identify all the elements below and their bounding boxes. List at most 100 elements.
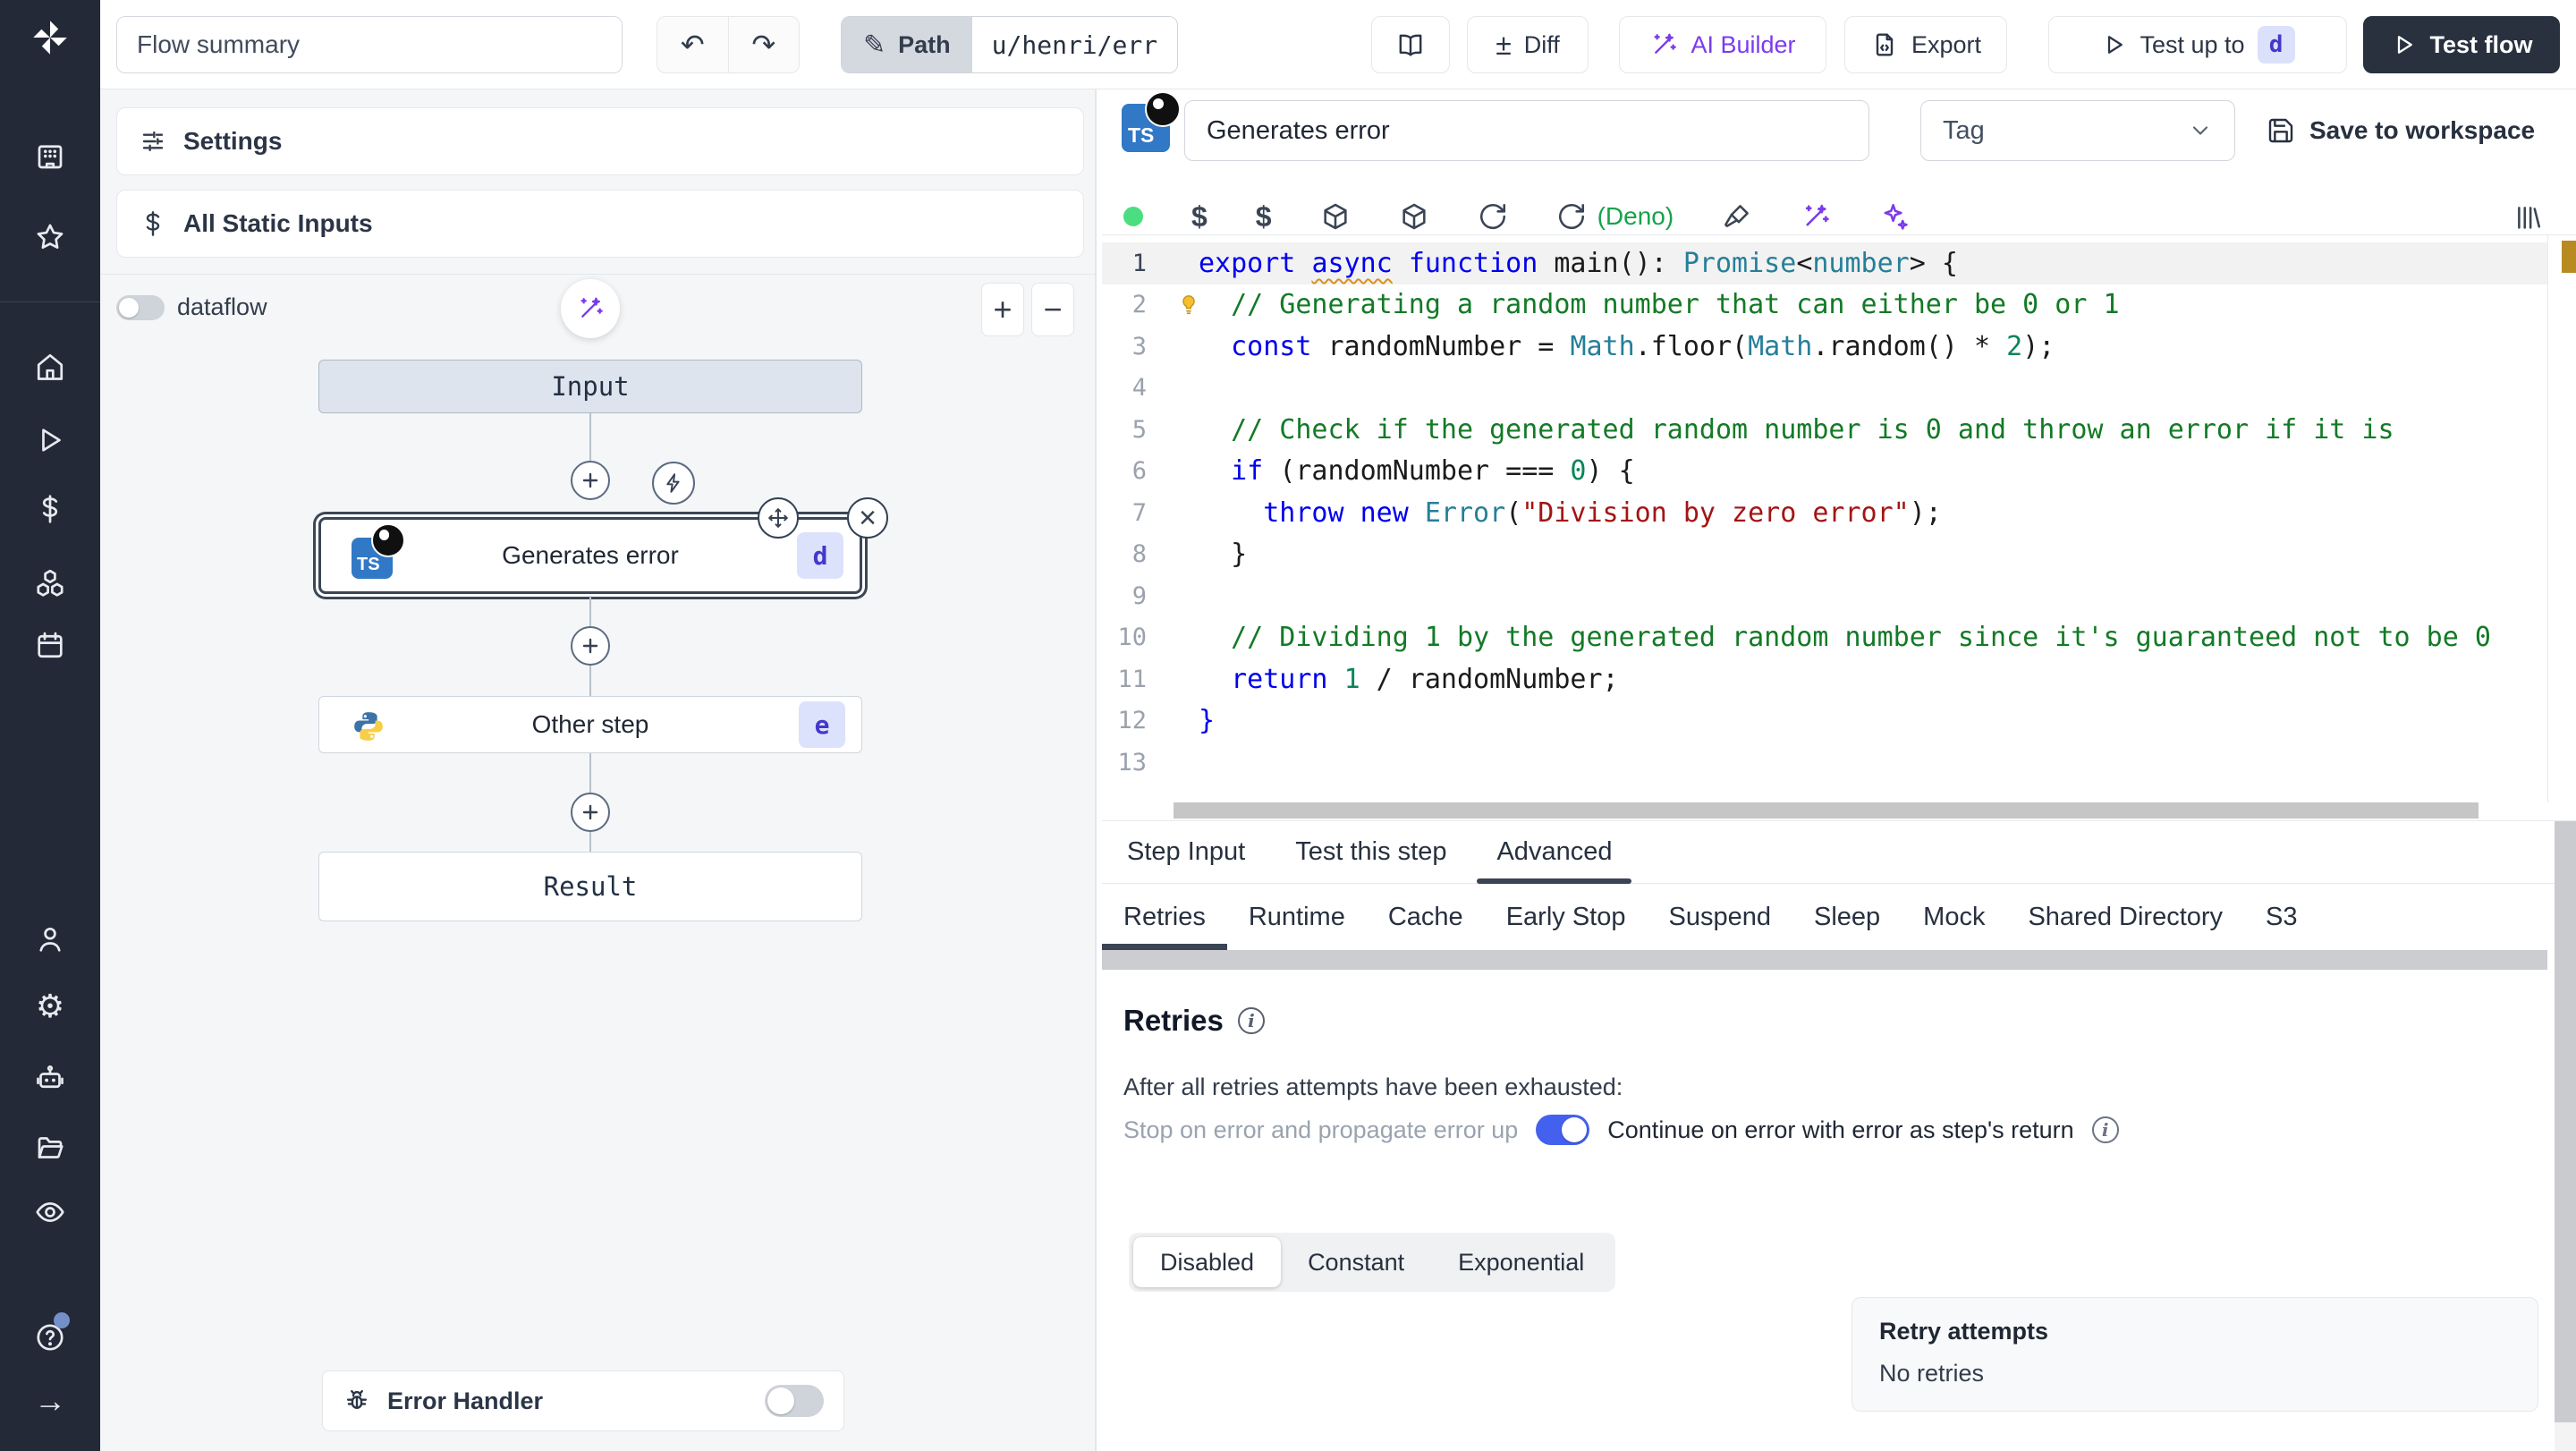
subtab-early-stop[interactable]: Early Stop xyxy=(1485,884,1648,950)
error-handler-bar[interactable]: Error Handler xyxy=(322,1370,844,1431)
sidebar-divider xyxy=(0,301,100,302)
code-line[interactable]: 13 xyxy=(1102,742,2576,784)
lightbulb-icon[interactable] xyxy=(1175,290,1202,320)
step-name-input[interactable]: Generates error xyxy=(1184,100,1869,161)
trigger-bolt-button[interactable] xyxy=(652,462,695,505)
tag-select[interactable]: Tag xyxy=(1920,100,2235,161)
expand-arrow-icon[interactable]: → xyxy=(29,1379,72,1422)
code-line[interactable]: 9 xyxy=(1102,575,2576,617)
path-value[interactable]: u/henri/err xyxy=(971,17,1178,72)
schedules-calendar-icon[interactable] xyxy=(29,624,72,666)
workspace-icon[interactable] xyxy=(29,135,72,178)
runtime-reset-group[interactable]: (Deno) xyxy=(1556,201,1674,232)
flow-input-node[interactable]: Input xyxy=(318,360,862,413)
audit-eye-icon[interactable] xyxy=(29,1191,72,1234)
step-node-generates-error[interactable]: TS Generates error d × xyxy=(318,497,888,594)
test-flow-button[interactable]: Test flow xyxy=(2363,16,2560,73)
export-label: Export xyxy=(1911,30,1982,58)
scrollbar-thumb[interactable] xyxy=(2555,821,2576,1422)
windmill-logo-icon[interactable] xyxy=(29,16,72,59)
export-button[interactable]: Export xyxy=(1844,16,2007,73)
move-step-button[interactable] xyxy=(758,497,799,539)
code-editor[interactable]: 1 export async function main(): Promise<n… xyxy=(1102,234,2576,821)
home-icon[interactable] xyxy=(29,345,72,388)
scrollbar-thumb[interactable] xyxy=(1174,802,2479,819)
info-icon[interactable]: i xyxy=(2091,1116,2119,1143)
code-line[interactable]: 6 if (randomNumber === 0) { xyxy=(1102,451,2576,493)
insert-step-plus-button[interactable] xyxy=(571,626,610,666)
save-to-workspace-button[interactable]: Save to workspace xyxy=(2267,109,2535,152)
format-broom-icon[interactable] xyxy=(1722,201,1752,232)
subtab-mock[interactable]: Mock xyxy=(1902,884,2006,950)
package-icon[interactable] xyxy=(1399,201,1429,232)
retry-strategy-exponential[interactable]: Exponential xyxy=(1431,1237,1611,1287)
ai-flow-wand-button[interactable] xyxy=(561,279,620,338)
code-line[interactable]: 3 const randomNumber = Math.floor(Math.r… xyxy=(1102,326,2576,368)
continue-on-error-toggle[interactable] xyxy=(1536,1115,1590,1145)
docs-book-button[interactable] xyxy=(1371,16,1450,73)
all-static-inputs-button[interactable]: All Static Inputs xyxy=(116,190,1084,258)
test-up-to-button[interactable]: Test up to d xyxy=(2048,16,2347,73)
code-line[interactable]: 1 export async function main(): Promise<n… xyxy=(1102,242,2576,284)
error-handler-toggle[interactable] xyxy=(765,1385,824,1417)
zoom-in-button[interactable]: + xyxy=(981,283,1024,336)
insert-step-plus-button[interactable] xyxy=(571,461,610,500)
flow-settings-button[interactable]: Settings xyxy=(116,107,1084,175)
subtabs-horizontal-scrollbar[interactable] xyxy=(1102,950,2547,970)
delete-step-button[interactable]: × xyxy=(847,497,888,539)
favorites-star-icon[interactable] xyxy=(29,216,72,259)
redo-button[interactable]: ↷ xyxy=(727,17,800,72)
subtab-shared-directory[interactable]: Shared Directory xyxy=(2006,884,2244,950)
code-line[interactable]: 11 return 1 / randomNumber; xyxy=(1102,658,2576,700)
users-person-icon[interactable] xyxy=(29,918,72,961)
zoom-out-button[interactable]: − xyxy=(1031,283,1074,336)
retry-strategy-disabled[interactable]: Disabled xyxy=(1133,1237,1282,1287)
dataflow-toggle[interactable] xyxy=(116,295,165,320)
insert-resource-icon[interactable]: $ xyxy=(1256,202,1272,231)
code-line[interactable]: 7 throw new Error("Division by zero erro… xyxy=(1102,492,2576,534)
ai-sparkles-icon[interactable] xyxy=(1879,201,1910,232)
insert-step-plus-button[interactable] xyxy=(571,793,610,832)
retry-strategy-constant[interactable]: Constant xyxy=(1281,1237,1431,1287)
close-icon: × xyxy=(859,500,877,535)
subtab-runtime[interactable]: Runtime xyxy=(1227,884,1367,950)
insert-variable-icon[interactable]: $ xyxy=(1191,202,1208,231)
tab-test-this-step[interactable]: Test this step xyxy=(1270,821,1471,883)
ai-wand-icon[interactable] xyxy=(1801,201,1831,232)
subtab-s3[interactable]: S3 xyxy=(2244,884,2318,950)
subtab-cache[interactable]: Cache xyxy=(1367,884,1485,950)
code-line[interactable]: 12} xyxy=(1102,700,2576,742)
workers-robot-icon[interactable] xyxy=(29,1056,72,1099)
undo-button[interactable]: ↶ xyxy=(657,17,728,72)
code-line[interactable]: 4 xyxy=(1102,368,2576,410)
folders-icon[interactable] xyxy=(29,1126,72,1169)
subtab-retries[interactable]: Retries xyxy=(1102,884,1227,950)
diff-button[interactable]: ± Diff xyxy=(1467,16,1589,73)
code-line[interactable]: 10 // Dividing 1 by the generated random… xyxy=(1102,617,2576,659)
library-icon[interactable] xyxy=(2513,202,2544,233)
path-editor[interactable]: ✎ Path u/henri/err xyxy=(841,16,1179,73)
reload-icon[interactable] xyxy=(1478,201,1508,232)
package-icon[interactable] xyxy=(1320,201,1351,232)
settings-gear-icon[interactable]: ⚙ xyxy=(29,985,72,1028)
subtab-sleep[interactable]: Sleep xyxy=(1792,884,1902,950)
help-icon[interactable] xyxy=(29,1312,72,1359)
editor-horizontal-scrollbar[interactable] xyxy=(1174,802,2533,819)
variables-dollar-icon[interactable] xyxy=(29,488,72,530)
panel-vertical-scrollbar[interactable] xyxy=(2555,821,2576,1451)
flow-result-node[interactable]: Result xyxy=(318,852,862,921)
code-line[interactable]: 2 // Generating a random number that can… xyxy=(1102,284,2576,327)
step-node-other-step[interactable]: Other step e xyxy=(318,696,862,753)
line-number: 1 xyxy=(1131,249,1147,277)
subtab-suspend[interactable]: Suspend xyxy=(1647,884,1792,950)
tab-step-input[interactable]: Step Input xyxy=(1102,821,1270,883)
ai-builder-button[interactable]: AI Builder xyxy=(1619,16,1826,73)
tab-advanced[interactable]: Advanced xyxy=(1471,821,1637,884)
info-icon[interactable]: i xyxy=(1237,1007,1265,1034)
runs-play-icon[interactable] xyxy=(29,419,72,462)
code-line[interactable]: 8 } xyxy=(1102,534,2576,576)
code-line[interactable]: 5 // Check if the generated random numbe… xyxy=(1102,409,2576,451)
flow-summary-input[interactable]: Flow summary xyxy=(116,16,623,73)
resources-boxes-icon[interactable] xyxy=(29,562,72,605)
editor-overview-ruler[interactable] xyxy=(2547,235,2576,802)
